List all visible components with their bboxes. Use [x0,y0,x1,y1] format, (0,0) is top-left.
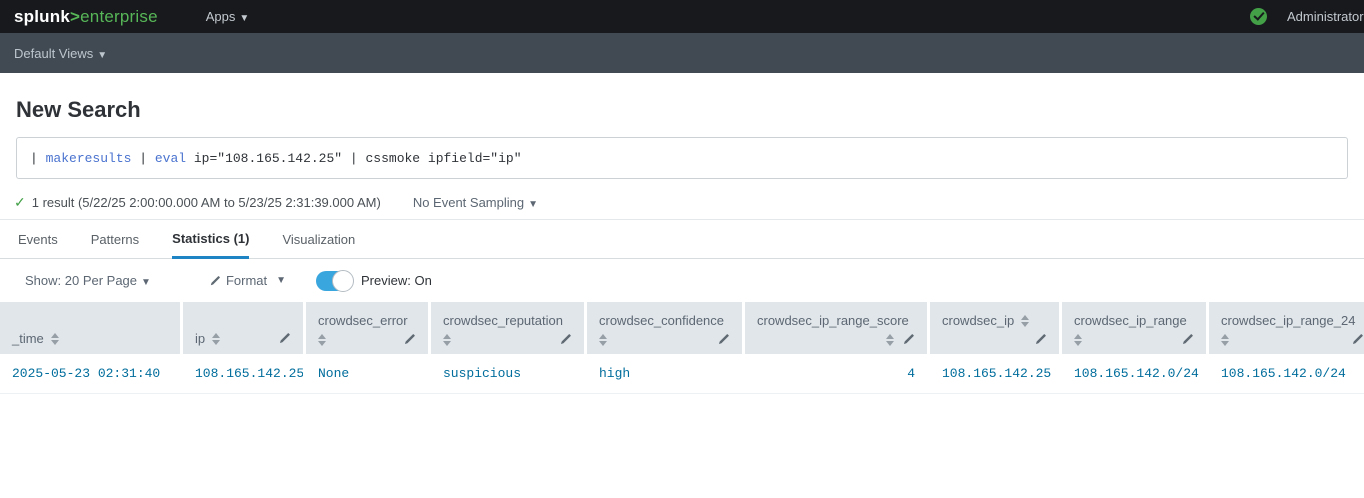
logo-product: enterprise [80,7,158,26]
sort-icon[interactable] [1074,334,1082,346]
tab-events-label: Events [18,232,58,247]
results-tab-bar: Events Patterns Statistics (1) Visualiza… [0,219,1364,259]
default-views-label: Default Views [14,46,93,61]
logo-brand: splunk [14,7,70,26]
column-label: crowdsec_ip [942,313,1014,328]
sort-icon[interactable] [1221,334,1229,346]
edit-pencil-icon[interactable] [717,333,730,346]
result-count-text: 1 result (5/22/25 2:00:00.000 AM to 5/23… [32,195,381,210]
tab-visualization-label: Visualization [282,232,355,247]
table-header-row: _time ip crowdsec_error crowdsec_reputat… [0,302,1364,354]
tab-statistics[interactable]: Statistics (1) [172,220,249,259]
cell-crowdsec-reputation[interactable]: suspicious [431,366,584,381]
cell-ip[interactable]: 108.165.142.25 [183,366,303,381]
preview-toggle[interactable] [316,271,353,291]
cell-crowdsec-ip[interactable]: 108.165.142.25 [930,366,1059,381]
column-header-crowdsec-ip-range[interactable]: crowdsec_ip_range [1062,302,1206,354]
column-header-crowdsec-reputation[interactable]: crowdsec_reputation [431,302,584,354]
column-label: _time [12,331,44,346]
apps-menu[interactable]: Apps▼ [206,9,250,24]
sort-icon[interactable] [1021,315,1029,327]
tab-events[interactable]: Events [18,220,58,258]
column-header-crowdsec-ip-range-24[interactable]: crowdsec_ip_range_24 [1209,302,1364,354]
results-controls-row: Show: 20 Per Page ▼ Format ▼ Preview: On [0,259,1364,302]
checkmark-icon: ✓ [14,194,26,211]
topbar-right: Administrator [1250,0,1364,33]
cell-crowdsec-confidence[interactable]: high [587,366,742,381]
apps-label: Apps [206,9,236,24]
event-sampling-menu[interactable]: No Event Sampling ▼ [413,195,538,210]
per-page-label: Show: 20 Per Page [25,273,137,288]
caret-down-icon: ▼ [239,13,249,24]
splunk-logo[interactable]: splunk>enterprise [14,7,158,27]
edit-pencil-icon[interactable] [278,332,291,345]
tab-patterns-label: Patterns [91,232,139,247]
column-header-crowdsec-ip[interactable]: crowdsec_ip [930,302,1059,354]
column-header-ip[interactable]: ip [183,302,303,354]
edit-pencil-icon[interactable] [403,333,416,346]
caret-down-icon: ▼ [276,275,286,286]
edit-pencil-icon[interactable] [1351,333,1364,346]
sort-icon[interactable] [318,334,326,346]
search-query-input[interactable]: | makeresults | eval ip="108.165.142.25"… [16,137,1348,179]
column-header-crowdsec-ip-range-score[interactable]: crowdsec_ip_range_score [745,302,927,354]
query-command-makeresults: makeresults [46,151,132,166]
preview-label: Preview: On [361,273,432,288]
sort-icon[interactable] [51,333,59,345]
top-bar: splunk>enterprise Apps▼ Administrator [0,0,1364,33]
column-header-time[interactable]: _time [0,302,180,354]
column-label: crowdsec_error [318,313,408,328]
statistics-table: _time ip crowdsec_error crowdsec_reputat… [0,302,1364,394]
caret-down-icon: ▼ [97,50,107,61]
result-status-row: ✓ 1 result (5/22/25 2:00:00.000 AM to 5/… [14,194,1364,211]
cell-crowdsec-error[interactable]: None [306,366,428,381]
cell-crowdsec-ip-range[interactable]: 108.165.142.0/24 [1062,366,1206,381]
logo-arrow: > [70,7,80,26]
tab-visualization[interactable]: Visualization [282,220,355,258]
edit-pencil-icon [209,275,221,287]
edit-pencil-icon[interactable] [902,333,915,346]
sort-icon[interactable] [212,333,220,345]
table-row: 2025-05-23 02:31:40 108.165.142.25 None … [0,354,1364,394]
toggle-knob [332,270,354,292]
cell-crowdsec-ip-range-score[interactable]: 4 [745,366,927,381]
query-rest: ip="108.165.142.25" | cssmoke ipfield="i… [186,151,521,166]
app-bar: Default Views ▼ [0,33,1364,73]
status-check-badge-icon[interactable] [1250,8,1267,25]
tab-statistics-label: Statistics (1) [172,231,249,246]
edit-pencil-icon[interactable] [1034,333,1047,346]
caret-down-icon: ▼ [528,199,538,210]
edit-pencil-icon[interactable] [559,333,572,346]
query-pipe: | [131,151,154,166]
tab-patterns[interactable]: Patterns [91,220,139,258]
edit-pencil-icon[interactable] [1181,333,1194,346]
per-page-menu[interactable]: Show: 20 Per Page ▼ [25,273,151,288]
cell-time[interactable]: 2025-05-23 02:31:40 [0,366,180,381]
column-label: crowdsec_reputation [443,313,563,328]
query-command-eval: eval [155,151,186,166]
sort-icon[interactable] [599,334,607,346]
query-pipe: | [30,151,46,166]
user-label: Administrator [1287,9,1364,24]
format-menu[interactable]: Format ▼ [209,273,286,288]
sort-icon[interactable] [443,334,451,346]
column-label: crowdsec_ip_range [1074,313,1187,328]
caret-down-icon: ▼ [141,277,151,288]
default-views-menu[interactable]: Default Views ▼ [14,46,107,61]
event-sampling-label: No Event Sampling [413,195,524,210]
format-label: Format [226,273,267,288]
column-header-crowdsec-confidence[interactable]: crowdsec_confidence [587,302,742,354]
column-label: crowdsec_ip_range_score [757,313,909,328]
column-label: crowdsec_ip_range_24 [1221,313,1355,328]
column-label: ip [195,331,205,346]
column-label: crowdsec_confidence [599,313,724,328]
column-header-crowdsec-error[interactable]: crowdsec_error [306,302,428,354]
page-title: New Search [16,97,1364,123]
sort-icon[interactable] [886,334,894,346]
user-menu[interactable]: Administrator [1287,9,1364,24]
cell-crowdsec-ip-range-24[interactable]: 108.165.142.0/24 [1209,366,1364,381]
